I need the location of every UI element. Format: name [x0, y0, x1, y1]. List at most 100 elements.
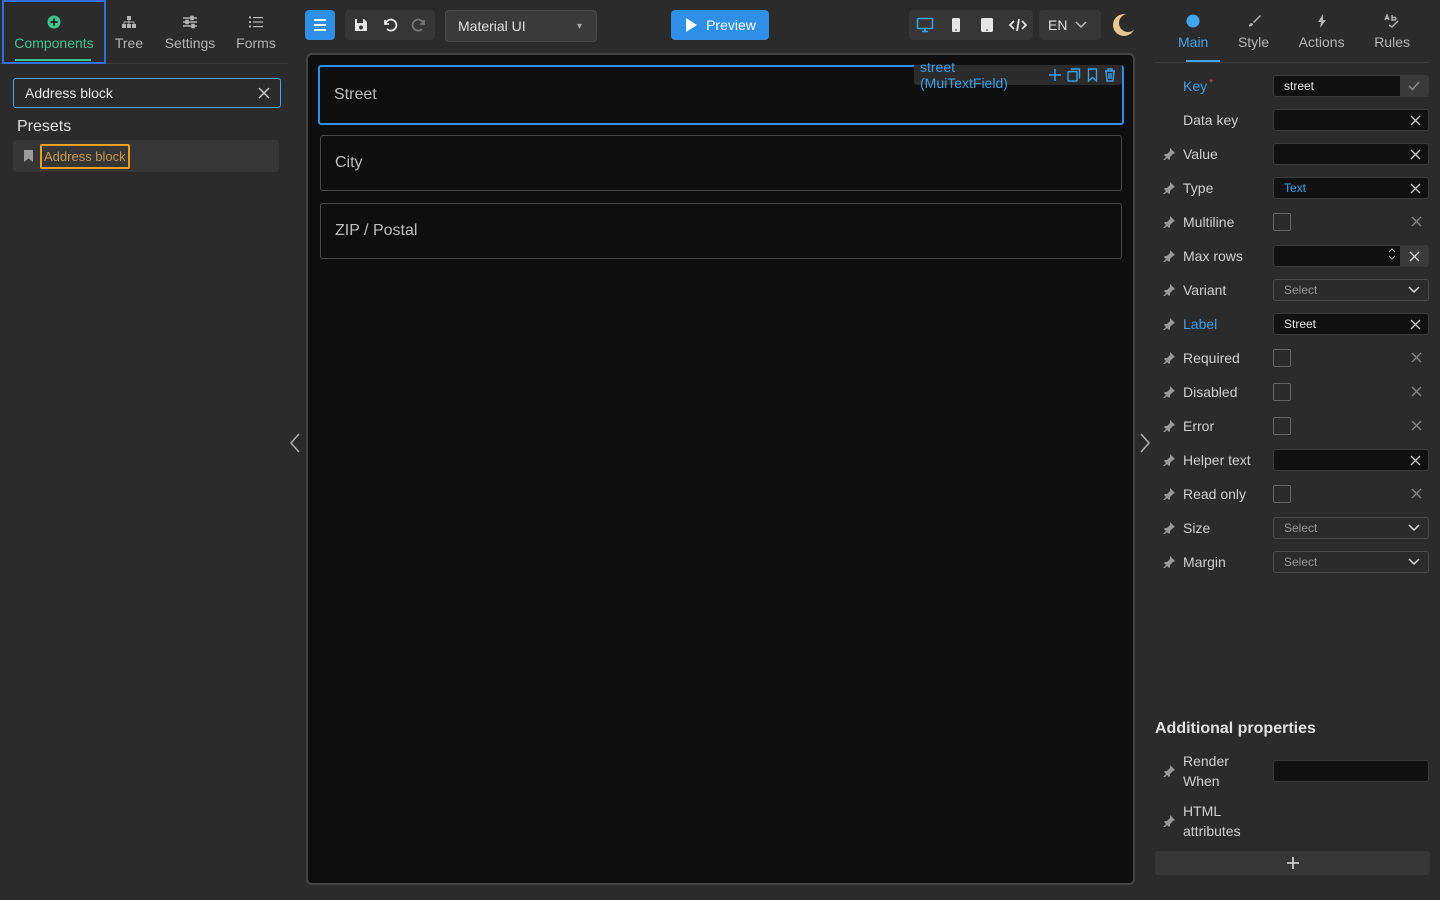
- stepper-icon[interactable]: [1388, 247, 1396, 261]
- helper-text-input[interactable]: [1273, 449, 1429, 471]
- pin-icon[interactable]: [1155, 488, 1183, 500]
- pin-icon[interactable]: [1155, 522, 1183, 534]
- duplicate-icon[interactable]: [1067, 68, 1081, 82]
- required-checkbox[interactable]: [1273, 349, 1291, 367]
- pin-icon[interactable]: [1155, 250, 1183, 262]
- pin-icon[interactable]: [1155, 148, 1183, 160]
- rules-icon: [1384, 12, 1400, 30]
- data-key-input[interactable]: [1273, 109, 1429, 131]
- language-select[interactable]: EN: [1039, 10, 1101, 40]
- tab-tree[interactable]: Tree: [106, 0, 152, 64]
- prop-multiline: Multiline: [1155, 207, 1430, 237]
- pin-icon[interactable]: [1155, 815, 1183, 827]
- additional-properties-title: Additional properties: [1155, 720, 1316, 737]
- hamburger-icon: [312, 18, 328, 32]
- prop-required: Required: [1155, 343, 1430, 373]
- clear-icon[interactable]: [1411, 352, 1422, 363]
- mobile-icon[interactable]: [943, 12, 969, 38]
- clear-icon[interactable]: [1400, 245, 1428, 267]
- pin-icon[interactable]: [1155, 318, 1183, 330]
- selected-component-name: street (MuiTextField): [920, 59, 1008, 91]
- left-tabs: Components Tree Settings Forms: [0, 0, 288, 64]
- tab-actions[interactable]: Actions: [1291, 0, 1353, 62]
- pin-icon[interactable]: [1155, 765, 1183, 777]
- prop-data-key: Data key: [1155, 105, 1430, 135]
- bookmark-add-icon[interactable]: [1087, 68, 1098, 82]
- prop-variant: Variant Select: [1155, 275, 1430, 305]
- tab-forms[interactable]: Forms: [228, 0, 284, 64]
- label-input[interactable]: Street: [1273, 313, 1429, 335]
- sliders-icon: [182, 13, 198, 31]
- city-field[interactable]: City: [320, 135, 1122, 191]
- play-icon: [684, 17, 698, 33]
- error-checkbox[interactable]: [1273, 417, 1291, 435]
- tab-settings[interactable]: Settings: [152, 0, 228, 64]
- ui-library-select[interactable]: Material UI ▾: [445, 10, 597, 42]
- clear-icon[interactable]: [1411, 216, 1422, 227]
- prop-error: Error: [1155, 411, 1430, 441]
- right-tabs: Main Style Actions Rules: [1170, 0, 1418, 62]
- divider: [1155, 62, 1430, 63]
- delete-icon[interactable]: [1104, 68, 1116, 82]
- preview-button[interactable]: Preview: [671, 10, 769, 40]
- tab-main[interactable]: Main: [1170, 0, 1216, 62]
- desktop-icon[interactable]: [912, 12, 938, 38]
- clear-icon[interactable]: [1411, 420, 1422, 431]
- multiline-checkbox[interactable]: [1273, 213, 1291, 231]
- clear-icon[interactable]: [1410, 149, 1421, 160]
- pin-icon[interactable]: [1155, 454, 1183, 466]
- type-input[interactable]: Text: [1273, 177, 1429, 199]
- device-switcher: [909, 10, 1033, 40]
- preset-item[interactable]: Address block: [13, 140, 279, 172]
- check-icon[interactable]: [1400, 75, 1428, 97]
- clear-icon[interactable]: [1411, 386, 1422, 397]
- zip-field[interactable]: ZIP / Postal: [320, 203, 1122, 259]
- tab-style[interactable]: Style: [1230, 0, 1277, 62]
- collapse-right-chevron-icon[interactable]: [1138, 432, 1152, 454]
- pin-icon[interactable]: [1155, 182, 1183, 194]
- value-input[interactable]: [1273, 143, 1429, 165]
- prop-html-attributes: HTML attributes: [1155, 799, 1430, 843]
- undo-icon[interactable]: [377, 12, 403, 38]
- save-icon[interactable]: [348, 12, 374, 38]
- redo-icon[interactable]: [406, 12, 432, 38]
- margin-select[interactable]: Select: [1273, 551, 1429, 573]
- size-select[interactable]: Select: [1273, 517, 1429, 539]
- field-label: Street: [334, 86, 377, 103]
- prop-label: Label Street: [1155, 309, 1430, 339]
- key-input[interactable]: street: [1273, 75, 1429, 97]
- add-icon[interactable]: [1049, 69, 1061, 81]
- clear-icon[interactable]: [1410, 183, 1421, 194]
- caret-down-icon: ▾: [576, 21, 582, 32]
- clear-icon[interactable]: [1410, 115, 1421, 126]
- clear-search-icon[interactable]: [257, 86, 271, 100]
- render-when-input[interactable]: [1273, 760, 1429, 782]
- prop-helper-text: Helper text: [1155, 445, 1430, 475]
- max-rows-input[interactable]: [1273, 245, 1429, 267]
- chevron-down-icon: [1408, 558, 1420, 566]
- pin-icon[interactable]: [1155, 216, 1183, 228]
- clear-icon[interactable]: [1411, 488, 1422, 499]
- search-input[interactable]: [25, 85, 245, 101]
- pin-icon[interactable]: [1155, 386, 1183, 398]
- clear-icon[interactable]: [1410, 455, 1421, 466]
- variant-select[interactable]: Select: [1273, 279, 1429, 301]
- read-only-checkbox[interactable]: [1273, 485, 1291, 503]
- disabled-checkbox[interactable]: [1273, 383, 1291, 401]
- street-field[interactable]: Street street (MuiTextField): [318, 59, 1124, 125]
- pin-icon[interactable]: [1155, 284, 1183, 296]
- collapse-left-chevron-icon[interactable]: [288, 432, 302, 454]
- tab-main-label: Main: [1178, 34, 1209, 50]
- moon-icon[interactable]: [1112, 13, 1136, 37]
- pin-icon[interactable]: [1155, 556, 1183, 568]
- pin-icon[interactable]: [1155, 352, 1183, 364]
- plus-circle-icon: [47, 13, 61, 31]
- code-icon[interactable]: [1005, 12, 1031, 38]
- menu-button[interactable]: [305, 10, 335, 40]
- clear-icon[interactable]: [1410, 319, 1421, 330]
- tab-components[interactable]: Components: [2, 0, 106, 64]
- tab-rules[interactable]: Rules: [1366, 0, 1418, 62]
- pin-icon[interactable]: [1155, 420, 1183, 432]
- tablet-icon[interactable]: [974, 12, 1000, 38]
- add-attribute-button[interactable]: [1155, 851, 1430, 875]
